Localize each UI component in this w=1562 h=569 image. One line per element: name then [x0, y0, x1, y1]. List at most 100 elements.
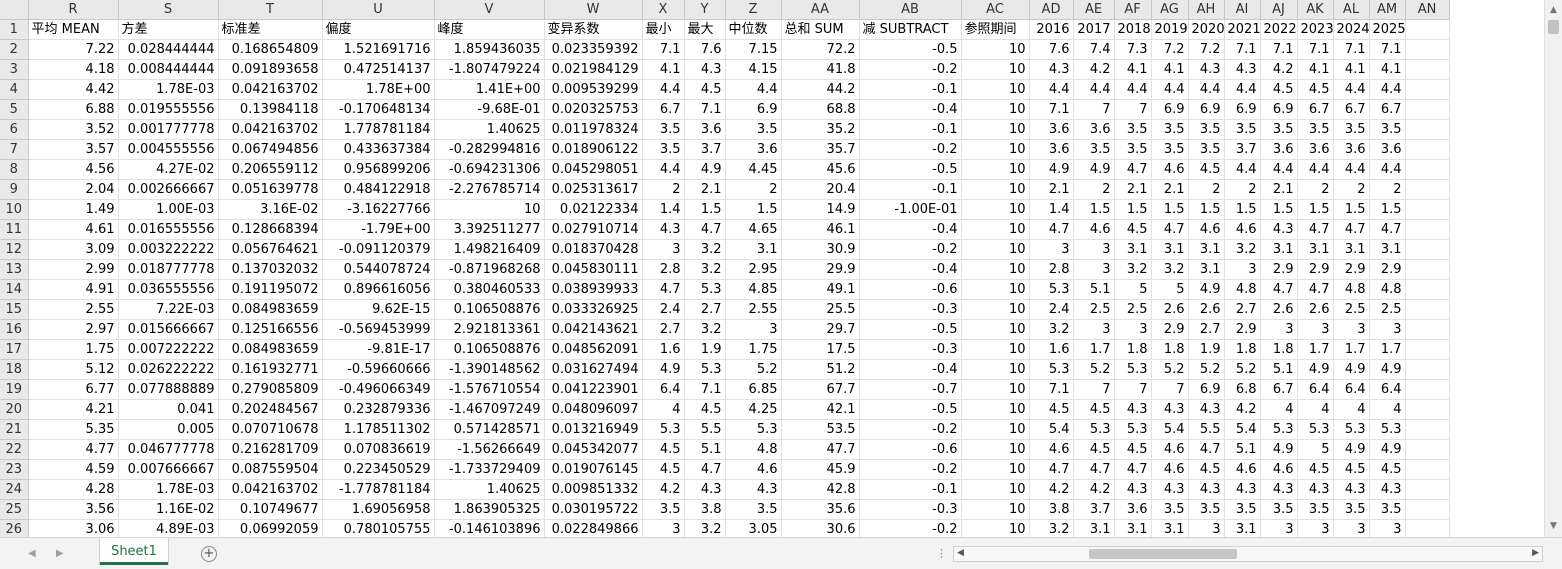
data-cell[interactable]: 4.6 — [725, 459, 782, 480]
data-cell[interactable]: 10 — [961, 199, 1030, 220]
data-cell[interactable]: 4.7 — [1114, 459, 1152, 480]
data-cell[interactable]: 20.4 — [781, 179, 860, 200]
data-cell[interactable]: 4.4 — [1151, 79, 1189, 100]
data-cell[interactable]: 4.9 — [1297, 359, 1334, 380]
data-cell[interactable]: 10 — [961, 459, 1030, 480]
data-cell[interactable]: 2.8 — [1029, 259, 1074, 280]
data-cell[interactable]: 2.8 — [642, 259, 685, 280]
data-cell[interactable]: 5.1 — [684, 439, 726, 460]
data-cell[interactable] — [1405, 519, 1450, 537]
data-cell[interactable]: 10 — [961, 99, 1030, 120]
data-cell[interactable]: 0.232879336 — [322, 399, 435, 420]
data-cell[interactable]: 0.038939933 — [544, 279, 643, 300]
data-cell[interactable]: 0.091893658 — [218, 59, 323, 80]
data-cell[interactable]: 2 — [1297, 179, 1334, 200]
row-number[interactable]: 26 — [0, 519, 29, 537]
data-cell[interactable]: 3.5 — [1333, 499, 1370, 520]
data-cell[interactable]: 5.2 — [1151, 359, 1189, 380]
data-cell[interactable]: 3.8 — [684, 499, 726, 520]
data-cell[interactable]: 3 — [1260, 319, 1298, 340]
column-letter-x[interactable]: X — [642, 0, 685, 20]
spreadsheet-grid[interactable]: R S T U V W X Y Z AA AB AC AD AE AF AG AH AI AJ AK AL AM AN 1 平均… — [0, 0, 1544, 537]
column-letter-w[interactable]: W — [544, 0, 643, 20]
data-cell[interactable]: 3 — [1297, 319, 1334, 340]
data-cell[interactable]: 4.6 — [1029, 439, 1074, 460]
next-sheet-icon[interactable]: ▶ — [56, 548, 64, 559]
scroll-left-icon[interactable]: ◀ — [957, 548, 964, 558]
data-cell[interactable]: 0.06992059 — [218, 519, 323, 537]
data-cell[interactable]: 7.1 — [1029, 379, 1074, 400]
data-cell[interactable]: 4.4 — [642, 159, 685, 180]
data-cell[interactable]: -0.282994816 — [434, 139, 545, 160]
data-cell[interactable]: 3.1 — [725, 239, 782, 260]
data-cell[interactable]: 2 — [642, 179, 685, 200]
data-cell[interactable]: -0.871968268 — [434, 259, 545, 280]
data-cell[interactable]: 4.25 — [725, 399, 782, 420]
data-cell[interactable]: 1.5 — [1114, 199, 1152, 220]
column-letter-ad[interactable]: AD — [1029, 0, 1074, 20]
data-cell[interactable]: 0.472514137 — [322, 59, 435, 80]
data-cell[interactable]: 0.484122918 — [322, 179, 435, 200]
data-cell[interactable]: 0.016555556 — [118, 219, 219, 240]
data-cell[interactable]: 4.3 — [684, 59, 726, 80]
data-cell[interactable]: 2.9 — [1297, 259, 1334, 280]
data-cell[interactable]: 4.7 — [684, 219, 726, 240]
data-cell[interactable]: -0.2 — [859, 459, 962, 480]
column-letter-v[interactable]: V — [434, 0, 545, 20]
data-cell[interactable]: 1.7 — [1297, 339, 1334, 360]
header-cell[interactable] — [1405, 19, 1450, 40]
scroll-up-icon[interactable]: ▲ — [1545, 2, 1562, 19]
data-cell[interactable]: 0.106508876 — [434, 299, 545, 320]
data-cell[interactable]: 4.3 — [1188, 399, 1225, 420]
data-cell[interactable]: 3 — [1224, 259, 1261, 280]
data-cell[interactable]: 1.7 — [1333, 339, 1370, 360]
data-cell[interactable]: 4.6 — [1260, 459, 1298, 480]
data-cell[interactable]: 4.9 — [1369, 439, 1406, 460]
data-cell[interactable]: 3.6 — [1297, 139, 1334, 160]
data-cell[interactable]: 0.084983659 — [218, 339, 323, 360]
header-cell[interactable]: 2025 — [1369, 19, 1406, 40]
data-cell[interactable]: 1.5 — [725, 199, 782, 220]
data-cell[interactable]: 3.5 — [1260, 119, 1298, 140]
header-cell[interactable]: 2022 — [1260, 19, 1298, 40]
data-cell[interactable]: 0.13984118 — [218, 99, 323, 120]
data-cell[interactable]: -0.496066349 — [322, 379, 435, 400]
data-cell[interactable]: 2.9 — [1333, 259, 1370, 280]
select-all-corner[interactable] — [0, 0, 29, 20]
column-letter-al[interactable]: AL — [1333, 0, 1370, 20]
data-cell[interactable]: -0.7 — [859, 379, 962, 400]
data-cell[interactable]: -1.778781184 — [322, 479, 435, 500]
data-cell[interactable]: 4.85 — [725, 279, 782, 300]
data-cell[interactable]: 6.9 — [1224, 99, 1261, 120]
column-letter-ae[interactable]: AE — [1073, 0, 1115, 20]
column-letter-aj[interactable]: AJ — [1260, 0, 1298, 20]
data-cell[interactable]: 3.05 — [725, 519, 782, 537]
data-cell[interactable]: 4.5 — [642, 439, 685, 460]
data-cell[interactable]: -1.467097249 — [434, 399, 545, 420]
data-cell[interactable]: 0.02122334 — [544, 199, 643, 220]
more-options-icon[interactable]: ⋮ — [936, 547, 948, 560]
data-cell[interactable]: 4.56 — [28, 159, 119, 180]
data-cell[interactable]: 5.4 — [1029, 419, 1074, 440]
data-cell[interactable]: 6.8 — [1224, 379, 1261, 400]
row-number[interactable]: 25 — [0, 499, 29, 520]
data-cell[interactable]: -0.3 — [859, 299, 962, 320]
data-cell[interactable]: 7.15 — [725, 39, 782, 60]
data-cell[interactable]: 4 — [1369, 399, 1406, 420]
data-cell[interactable]: 4.9 — [642, 359, 685, 380]
data-cell[interactable]: 4.3 — [1114, 399, 1152, 420]
data-cell[interactable]: 0.022849866 — [544, 519, 643, 537]
data-cell[interactable]: 4.5 — [1333, 459, 1370, 480]
data-cell[interactable]: 3 — [1297, 519, 1334, 537]
data-cell[interactable]: 0.009539299 — [544, 79, 643, 100]
data-cell[interactable]: -0.694231306 — [434, 159, 545, 180]
data-cell[interactable]: 10 — [961, 339, 1030, 360]
data-cell[interactable]: 1.78E-03 — [118, 479, 219, 500]
data-cell[interactable]: 3 — [1333, 319, 1370, 340]
data-cell[interactable]: 1.49 — [28, 199, 119, 220]
data-cell[interactable]: -2.276785714 — [434, 179, 545, 200]
data-cell[interactable]: 7.3 — [1114, 39, 1152, 60]
data-cell[interactable]: -1.733729409 — [434, 459, 545, 480]
data-cell[interactable]: 10 — [961, 299, 1030, 320]
data-cell[interactable]: 0.191195072 — [218, 279, 323, 300]
